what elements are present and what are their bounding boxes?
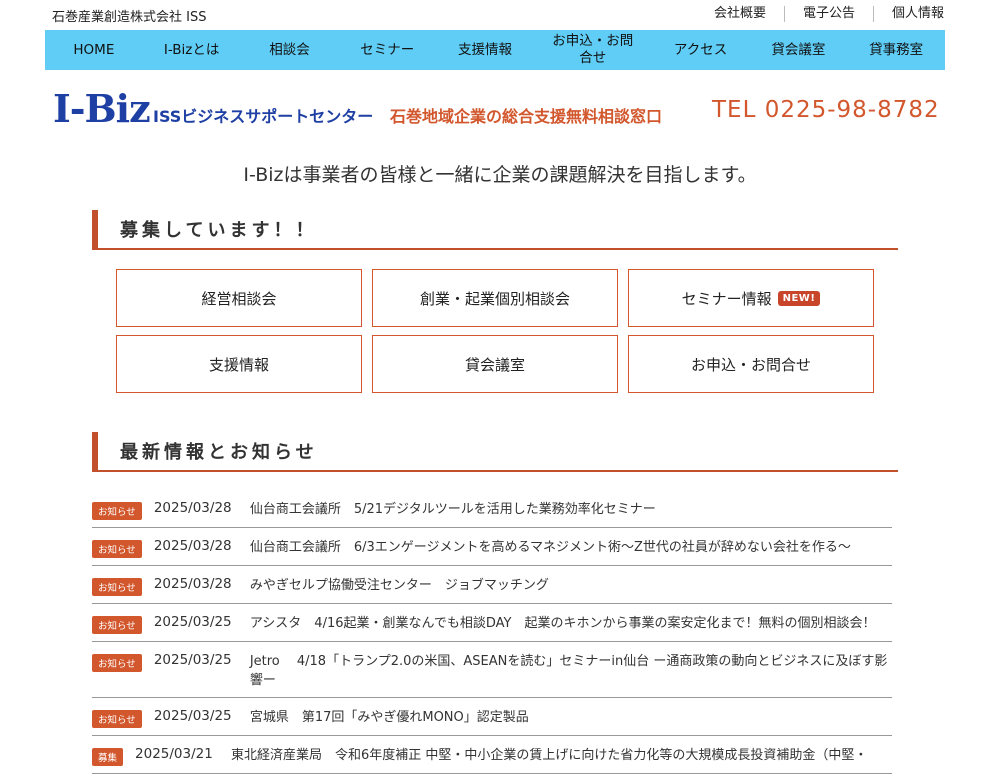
card-meeting-room[interactable]: 貸会議室	[372, 335, 618, 393]
news-title[interactable]: Jetro 4/18「トランプ2.0の米国、ASEANを読む」セミナーin仙台 …	[250, 652, 892, 690]
logo-text[interactable]: I-Biz	[53, 86, 151, 131]
section-accent-bar	[92, 432, 98, 470]
news-tag: お知らせ	[92, 502, 142, 520]
link-electronic-notice[interactable]: 電子公告	[783, 6, 873, 22]
news-date: 2025/03/28	[153, 500, 232, 516]
news-title[interactable]: 仙台商工会議所 6/3エンゲージメントを高めるマネジメント術〜Z世代の社員が辞め…	[250, 538, 892, 557]
news-section-header: 最新情報とお知らせ	[92, 432, 898, 472]
nav-about[interactable]: I-Bizとは	[143, 30, 241, 70]
news-title[interactable]: 東北経済産業局 令和6年度補正 中堅・中小企業の賃上げに向けた省力化等の大規模成…	[231, 746, 892, 765]
news-title[interactable]: アシスタ 4/16起業・創業なんでも相談DAY 起業のキホンから事業の案安定化ま…	[250, 614, 892, 633]
new-badge: NEW!	[777, 290, 821, 306]
recruit-section-header: 募集しています！！	[92, 210, 898, 250]
news-item[interactable]: 募集 2025/03/21 東北経済産業局 令和6年度補正 中堅・中小企業の賃上…	[92, 736, 892, 774]
recruit-grid: 経営相談会 創業・起業個別相談会 セミナー情報 NEW! 支援情報 貸会議室 お申…	[116, 269, 874, 393]
top-links: 会社概要 電子公告 個人情報	[714, 6, 944, 22]
news-title[interactable]: 仙台商工会議所 5/21デジタルツールを活用した業務効率化セミナー	[250, 500, 892, 519]
nav-support-info[interactable]: 支援情報	[436, 30, 534, 70]
card-contact[interactable]: お申込・お問合せ	[628, 335, 874, 393]
news-item[interactable]: お知らせ 2025/03/28 みやぎセルプ協働受注センター ジョブマッチング	[92, 566, 892, 604]
news-tag: お知らせ	[92, 710, 142, 728]
news-date: 2025/03/21	[135, 746, 213, 762]
news-section-title: 最新情報とお知らせ	[120, 442, 318, 463]
news-item[interactable]: お知らせ 2025/03/25 Jetro 4/18「トランプ2.0の米国、AS…	[92, 642, 892, 698]
main-nav: HOME I-Bizとは 相談会 セミナー 支援情報 お申込・お問合せ アクセス…	[45, 30, 945, 70]
news-date: 2025/03/28	[153, 538, 232, 554]
news-date: 2025/03/25	[153, 708, 232, 724]
card-seminar-info[interactable]: セミナー情報 NEW!	[628, 269, 874, 327]
news-date: 2025/03/25	[153, 652, 232, 668]
card-label: 創業・起業個別相談会	[419, 289, 570, 308]
news-item[interactable]: お知らせ 2025/03/28 仙台商工会議所 5/21デジタルツールを活用した…	[92, 490, 892, 528]
card-startup-consultation[interactable]: 創業・起業個別相談会	[372, 269, 618, 327]
link-privacy[interactable]: 個人情報	[872, 6, 944, 22]
news-tag: お知らせ	[92, 616, 142, 634]
nav-consultation[interactable]: 相談会	[241, 30, 339, 70]
link-company-profile[interactable]: 会社概要	[714, 6, 784, 22]
company-name: 石巻産業創造株式会社 ISS	[52, 10, 207, 25]
news-title[interactable]: 宮城県 第17回「みやぎ優れMONO」認定製品	[250, 708, 892, 727]
news-item[interactable]: お知らせ 2025/03/25 アシスタ 4/16起業・創業なんでも相談DAY …	[92, 604, 892, 642]
nav-contact[interactable]: お申込・お問合せ	[534, 30, 652, 70]
recruit-section-title: 募集しています！！	[120, 220, 318, 241]
news-date: 2025/03/25	[153, 614, 232, 630]
nav-access[interactable]: アクセス	[652, 30, 750, 70]
nav-home[interactable]: HOME	[45, 30, 143, 70]
news-item[interactable]: お知らせ 2025/03/28 仙台商工会議所 6/3エンゲージメントを高めるマ…	[92, 528, 892, 566]
card-support-info[interactable]: 支援情報	[116, 335, 362, 393]
logo-banner: I-Biz ISSビジネスサポートセンター 石巻地域企業の総合支援無料相談窓口 …	[0, 86, 1000, 138]
card-label: 貸会議室	[464, 355, 525, 374]
news-list: お知らせ 2025/03/28 仙台商工会議所 5/21デジタルツールを活用した…	[92, 490, 892, 774]
card-label: お申込・お問合せ	[690, 355, 811, 374]
banner-tagline: 石巻地域企業の総合支援無料相談窓口	[390, 107, 663, 126]
card-label: セミナー情報	[681, 289, 772, 308]
top-bar: 石巻産業創造株式会社 ISS 会社概要 電子公告 個人情報	[0, 0, 1000, 30]
logo-subtitle: ISSビジネスサポートセンター	[153, 107, 374, 126]
section-accent-bar	[92, 210, 98, 248]
news-tag: お知らせ	[92, 578, 142, 596]
card-label: 経営相談会	[201, 289, 277, 308]
page-tagline: I-Bizは事業者の皆様と一緒に企業の課題解決を目指します。	[243, 164, 757, 186]
news-title[interactable]: みやぎセルプ協働受注センター ジョブマッチング	[250, 576, 892, 595]
card-management-consultation[interactable]: 経営相談会	[116, 269, 362, 327]
nav-seminar[interactable]: セミナー	[338, 30, 436, 70]
phone-number: TEL 0225-98-8782	[712, 97, 940, 123]
nav-meeting-room[interactable]: 貸会議室	[749, 30, 847, 70]
news-tag: お知らせ	[92, 540, 142, 558]
card-label: 支援情報	[208, 355, 269, 374]
news-date: 2025/03/28	[153, 576, 232, 592]
news-item[interactable]: お知らせ 2025/03/25 宮城県 第17回「みやぎ優れMONO」認定製品	[92, 698, 892, 736]
nav-office-rental[interactable]: 貸事務室	[847, 30, 945, 70]
news-tag: お知らせ	[92, 654, 142, 672]
news-tag: 募集	[92, 748, 124, 766]
